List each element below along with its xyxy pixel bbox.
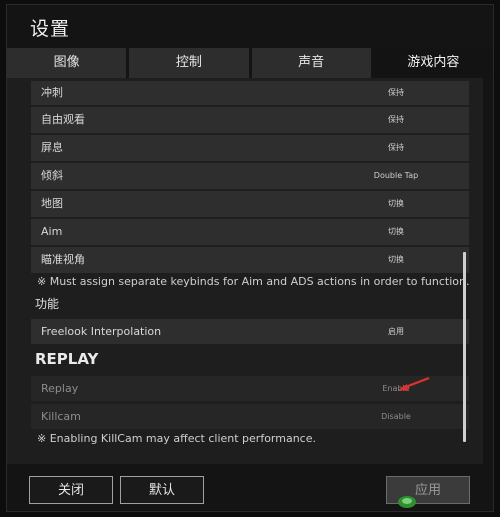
setting-label: 倾斜 [41,169,63,182]
setting-value[interactable]: 切换 [361,191,431,217]
annotation-arrow-icon [398,376,430,391]
setting-label: 屏息 [41,141,63,154]
setting-label: 瞄准视角 [41,253,85,266]
setting-value[interactable]: 保持 [361,81,431,105]
tab-controls[interactable]: 控制 [129,48,249,78]
tab-audio[interactable]: 声音 [251,48,371,78]
settings-panel: 冲刺 保持 自由观看 保持 屏息 保持 倾斜 Double Tap 地图 切换 … [7,78,483,464]
setting-label: 地图 [41,197,63,210]
killcam-note: ※ Enabling KillCam may affect client per… [37,432,316,445]
window-title: 设置 [30,18,71,40]
setting-row-sprint[interactable]: 冲刺 保持 [31,81,469,105]
setting-row-lean[interactable]: 倾斜 Double Tap [31,163,469,189]
setting-row-hold-breath[interactable]: 屏息 保持 [31,135,469,161]
setting-value[interactable]: Double Tap [361,163,431,189]
section-heading-replay: REPLAY [35,350,99,368]
setting-row-ads[interactable]: 瞄准视角 切换 [31,247,469,273]
setting-value[interactable]: 切换 [361,247,431,273]
watermark-logo-icon [398,496,416,508]
setting-label: Replay [41,382,79,395]
setting-value[interactable]: 启用 [361,319,431,344]
setting-row-freelook-interpolation[interactable]: Freelook Interpolation 启用 [31,319,469,344]
tab-gameplay[interactable]: 游戏内容 [373,48,493,78]
setting-row-aim[interactable]: Aim 切换 [31,219,469,245]
setting-label: Freelook Interpolation [41,325,162,338]
setting-row-map[interactable]: 地图 切换 [31,191,469,217]
setting-label: Killcam [41,410,81,423]
setting-value[interactable]: Disable [361,404,431,429]
setting-label: 冲刺 [41,86,63,99]
scrollbar[interactable] [463,252,466,442]
aim-note: ※ Must assign separate keybinds for Aim … [37,275,470,288]
setting-value[interactable]: 切换 [361,219,431,245]
default-button[interactable]: 默认 [120,476,204,504]
setting-row-freelook[interactable]: 自由观看 保持 [31,107,469,133]
setting-label: 自由观看 [41,113,85,126]
tab-bar: 图像 控制 声音 游戏内容 [7,48,493,78]
setting-value[interactable]: 保持 [361,135,431,161]
setting-row-killcam[interactable]: Killcam Disable [31,404,469,429]
section-heading-function: 功能 [35,297,60,311]
close-button[interactable]: 关闭 [29,476,113,504]
tab-graphics[interactable]: 图像 [7,48,127,78]
setting-value[interactable]: 保持 [361,107,431,133]
setting-label: Aim [41,225,63,238]
